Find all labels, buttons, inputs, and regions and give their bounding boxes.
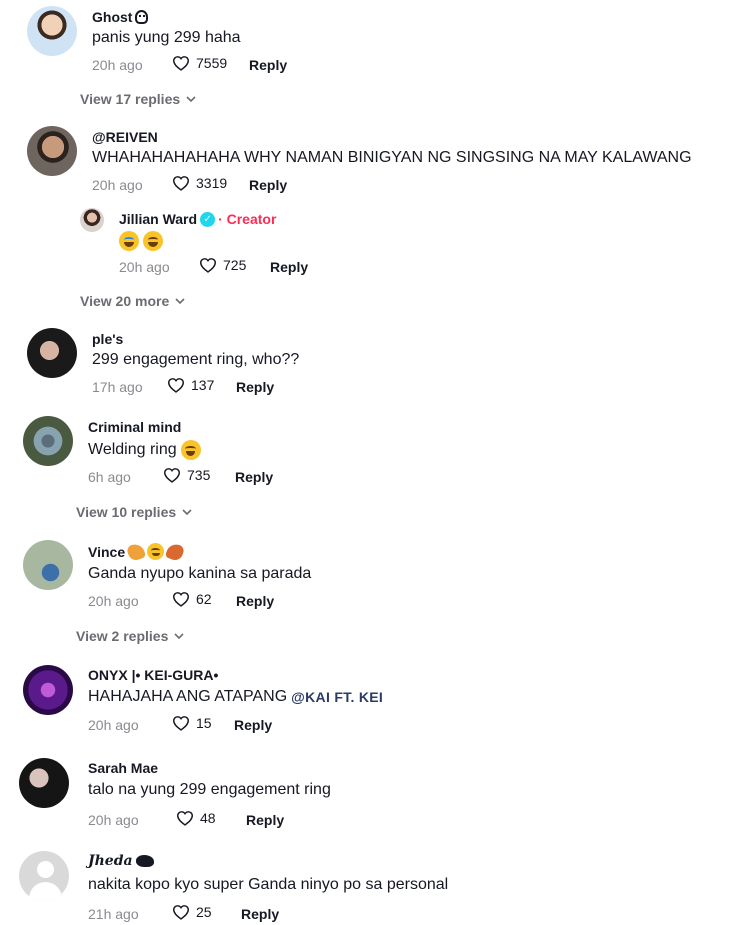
like-count: 725 [223,257,247,273]
comment-time: 6h ago [88,469,131,485]
comment-author[interactable]: Jillian Ward ✓ · Creator [119,211,276,227]
reply-button[interactable]: Reply [270,259,308,275]
like-count: 3319 [196,175,228,191]
heart-icon [199,258,217,273]
reply-button[interactable]: Reply [249,177,287,193]
avatar-body-shape [29,882,62,901]
like-count: 48 [200,810,216,826]
heart-icon [172,592,190,607]
view-replies-button[interactable]: View 10 replies [76,504,192,520]
comment-time: 20h ago [88,593,139,609]
flexed-biceps-emoji-icon [125,541,147,562]
avatar[interactable] [23,665,73,715]
comment-author[interactable]: Criminal mind [88,419,181,435]
comment-author[interactable]: Sarah Mae [88,760,158,776]
heart-icon [172,56,190,71]
creator-badge: · Creator [218,211,277,227]
comment-text: 299 engagement ring, who?? [92,351,300,368]
default-avatar[interactable] [19,851,69,901]
comment-author[interactable]: ONYX |• KEI-GURA• [88,667,218,683]
comment-time: 21h ago [88,906,139,922]
avatar[interactable] [23,540,73,590]
bird-emoji-icon [135,855,154,867]
like-button[interactable]: 25 [172,904,212,920]
reply-button[interactable]: Reply [246,812,284,828]
like-count: 25 [196,904,212,920]
like-count: 15 [196,715,212,731]
verified-badge-icon: ✓ [200,211,216,227]
comment-author[interactable]: Jheda [88,853,154,869]
comment-time: 20h ago [92,177,143,193]
comment-author[interactable]: @REIVEN [92,129,158,145]
laughing-emoji-icon [143,231,163,251]
like-button[interactable]: 735 [163,467,210,483]
heart-icon [172,905,190,920]
comment-text: WHAHAHAHAHAHA WHY NAMAN BINIGYAN NG SING… [92,149,692,166]
view-replies-button[interactable]: View 2 replies [76,628,184,644]
like-count: 137 [191,377,215,393]
heart-icon [172,176,190,191]
comment-text: Ganda nyupo kanina sa parada [88,565,312,582]
like-button[interactable]: 7559 [172,55,227,71]
heart-icon [163,468,181,483]
like-button[interactable]: 62 [172,591,212,607]
heart-icon [172,716,190,731]
comment-text: HAHAJAHA ANG ATAPANG @KAI FT. KEI [88,688,384,705]
comment-text: Welding ring [88,440,201,460]
like-count: 7559 [196,55,228,71]
laughing-emoji-icon [180,440,201,460]
comment-time: 20h ago [88,812,139,828]
comment-text: nakita kopo kyo super Ganda ninyo po sa … [88,876,449,893]
flexed-biceps-emoji-icon [164,541,186,562]
avatar[interactable] [80,208,104,232]
like-button[interactable]: 725 [199,257,246,273]
grinning-emoji-icon [147,543,165,560]
chevron-down-icon [174,632,184,639]
comment-text [119,231,163,251]
comment-time: 20h ago [119,259,170,275]
view-more-button[interactable]: View 20 more [80,293,185,309]
comment-time: 20h ago [88,717,139,733]
reply-button[interactable]: Reply [249,57,287,73]
view-replies-button[interactable]: View 17 replies [80,91,196,107]
crying-laughing-emoji-icon [119,231,139,251]
avatar[interactable] [19,758,69,808]
chevron-down-icon [182,508,192,515]
reply-button[interactable]: Reply [234,717,272,733]
like-count: 735 [187,467,211,483]
like-button[interactable]: 48 [176,810,216,826]
comment-time: 20h ago [92,57,143,73]
comment-author[interactable]: Ghost [92,9,149,25]
like-button[interactable]: 15 [172,715,212,731]
avatar[interactable] [23,416,73,466]
chevron-down-icon [175,297,185,304]
avatar[interactable] [27,126,77,176]
comment-text: talo na yung 299 engagement ring [88,781,331,798]
skull-emoji-icon [135,10,149,24]
chevron-down-icon [186,95,196,102]
reply-button[interactable]: Reply [236,379,274,395]
comment-author[interactable]: Vince [88,541,186,562]
reply-button[interactable]: Reply [241,906,279,922]
heart-icon [176,811,194,826]
comment-author[interactable]: ple's [92,331,123,347]
like-button[interactable]: 3319 [172,175,227,191]
mention-link[interactable]: @KAI FT. KEI [291,689,383,705]
reply-button[interactable]: Reply [235,469,273,485]
avatar[interactable] [27,328,77,378]
comment-text: panis yung 299 haha [92,29,241,46]
heart-icon [167,378,185,393]
like-button[interactable]: 137 [167,377,214,393]
like-count: 62 [196,591,212,607]
reply-button[interactable]: Reply [236,593,274,609]
avatar[interactable] [27,6,77,56]
comment-time: 17h ago [92,379,143,395]
avatar-head-shape [37,861,54,878]
